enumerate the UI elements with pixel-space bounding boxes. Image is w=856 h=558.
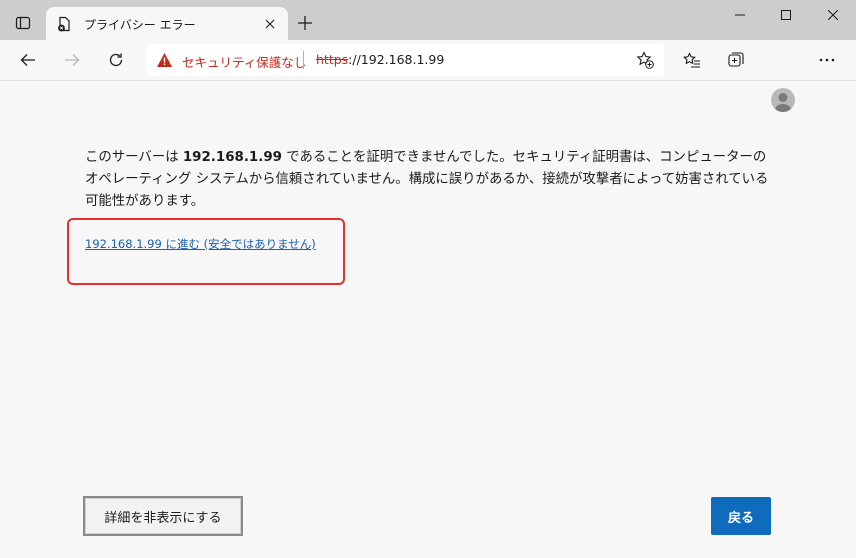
tab-actions-button[interactable]	[6, 8, 40, 38]
favorites-button[interactable]	[676, 44, 708, 76]
window-close-button[interactable]	[810, 0, 856, 30]
url-text[interactable]: https://192.168.1.99	[316, 52, 444, 67]
url-scheme: https	[316, 52, 349, 67]
active-tab[interactable]: プライバシー エラー	[46, 7, 288, 40]
back-button[interactable]: 戻る	[711, 497, 771, 535]
browser-toolbar: セキュリティ保護なし https://192.168.1.99	[0, 40, 856, 112]
warning-triangle-icon[interactable]	[156, 52, 173, 68]
address-bar[interactable]: セキュリティ保護なし https://192.168.1.99	[146, 44, 664, 76]
arrow-right-icon	[64, 52, 80, 68]
favorites-list-icon	[683, 52, 701, 68]
message-host: 192.168.1.99	[182, 150, 282, 165]
refresh-button[interactable]	[100, 44, 132, 76]
arrow-left-icon	[20, 52, 36, 68]
add-favorite-icon[interactable]	[636, 51, 654, 69]
collections-icon	[727, 51, 745, 69]
maximize-button[interactable]	[763, 0, 809, 30]
collections-button[interactable]	[720, 44, 752, 76]
security-status-label[interactable]: セキュリティ保護なし	[182, 52, 306, 71]
close-icon	[828, 10, 838, 20]
settings-more-button[interactable]	[811, 44, 843, 76]
back-nav-button[interactable]	[12, 44, 44, 76]
error-page-content: このサーバーは 192.168.1.99 であることを証明できませんでした。セキ…	[0, 81, 856, 558]
tab-strip: プライバシー エラー	[0, 0, 856, 40]
tab-actions-icon	[15, 15, 31, 31]
tab-close-icon[interactable]	[260, 14, 280, 34]
address-separator	[303, 51, 304, 69]
forward-nav-button[interactable]	[56, 44, 88, 76]
proceed-unsafe-link[interactable]: 192.168.1.99 に進む (安全ではありません)	[85, 236, 316, 252]
tab-title: プライバシー エラー	[84, 18, 196, 32]
url-host: ://192.168.1.99	[348, 52, 445, 67]
minimize-button[interactable]	[717, 0, 763, 30]
maximize-icon	[781, 10, 791, 20]
message-part1: このサーバーは	[85, 150, 183, 165]
minimize-icon	[735, 10, 745, 20]
new-tab-button[interactable]	[292, 10, 318, 36]
error-message: このサーバーは 192.168.1.99 であることを証明できませんでした。セキ…	[85, 147, 775, 213]
more-dots-icon	[819, 58, 835, 62]
refresh-icon	[108, 52, 124, 68]
hide-details-button[interactable]: 詳細を非表示にする	[83, 496, 243, 536]
error-page-icon	[56, 16, 72, 32]
plus-icon	[298, 16, 312, 30]
